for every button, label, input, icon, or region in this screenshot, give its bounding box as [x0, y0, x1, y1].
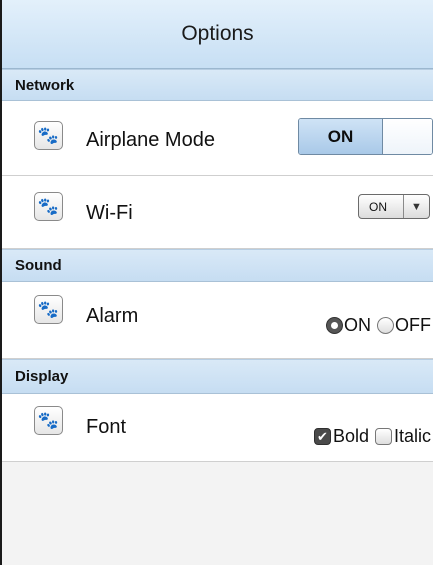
wifi-select[interactable]: ON ▼: [358, 194, 430, 219]
title-bar: Options: [2, 0, 433, 69]
paw-icon: 🐾: [34, 121, 63, 150]
options-screen: Options Network 🐾 Airplane Mode ON 🐾 Wi-…: [0, 0, 433, 565]
row-wifi: 🐾 Wi-Fi ON ▼: [2, 176, 433, 249]
section-title-sound: Sound: [15, 257, 62, 274]
wifi-label: Wi-Fi: [86, 202, 133, 224]
section-title-network: Network: [15, 76, 75, 94]
section-title-display: Display: [15, 368, 69, 385]
wifi-select-value: ON: [369, 199, 387, 214]
alarm-radio-off[interactable]: [377, 317, 394, 334]
alarm-radio-group: ON OFF: [326, 315, 431, 336]
row-alarm: 🐾 Alarm ON OFF: [2, 282, 433, 359]
chevron-down-icon: ▼: [403, 195, 429, 218]
alarm-radio-on-label: ON: [344, 315, 371, 335]
section-header-network: Network: [2, 69, 433, 101]
row-font: 🐾 Font ✔ Bold Italic: [2, 394, 433, 462]
paw-icon: 🐾: [34, 295, 63, 324]
bold-checkbox-label: Bold: [332, 426, 369, 446]
page-title: Options: [181, 22, 254, 45]
row-airplane-mode: 🐾 Airplane Mode ON: [2, 101, 433, 176]
toggle-off-area: [383, 119, 432, 154]
bold-checkbox[interactable]: ✔: [313, 428, 331, 445]
italic-checkbox[interactable]: [374, 428, 392, 445]
paw-icon: 🐾: [34, 406, 63, 435]
airplane-mode-label: Airplane Mode: [86, 129, 215, 151]
alarm-radio-off-label: OFF: [395, 315, 431, 335]
section-header-sound: Sound: [2, 249, 433, 282]
alarm-label: Alarm: [86, 305, 139, 327]
italic-checkbox-label: Italic: [393, 426, 431, 446]
airplane-mode-toggle[interactable]: ON: [298, 118, 433, 155]
toggle-on-label: ON: [299, 119, 383, 154]
paw-icon: 🐾: [34, 192, 63, 221]
alarm-radio-on[interactable]: [326, 317, 343, 334]
font-checkbox-group: ✔ Bold Italic: [313, 426, 431, 447]
font-label: Font: [86, 416, 127, 438]
section-header-display: Display: [2, 359, 433, 394]
